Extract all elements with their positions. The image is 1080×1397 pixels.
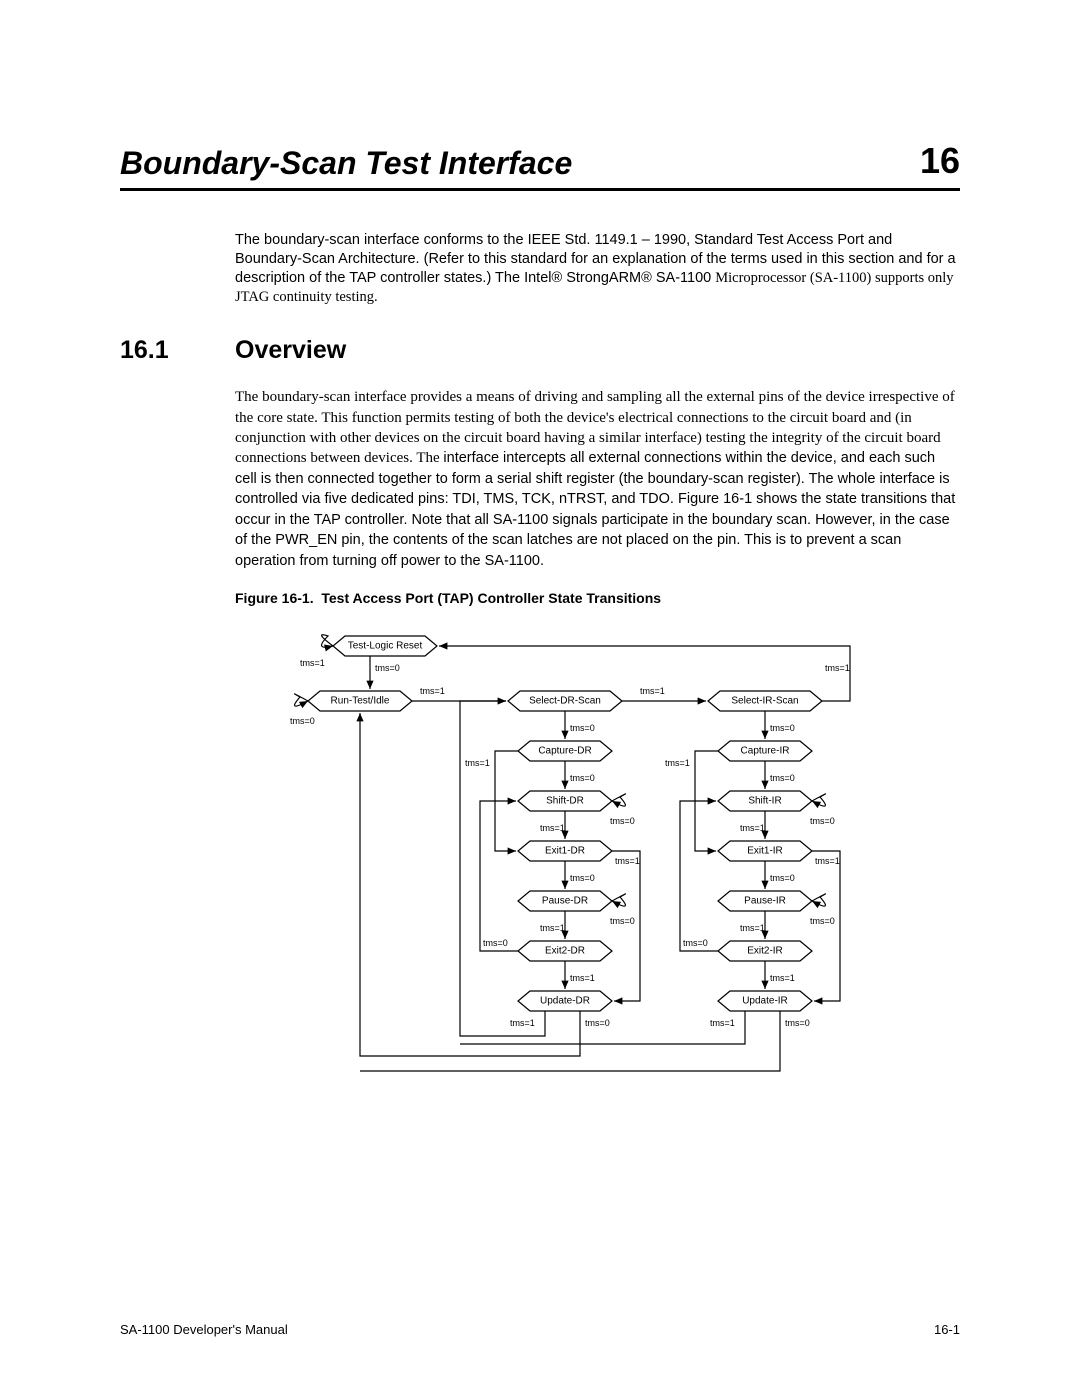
state-label: Run-Test/Idle bbox=[331, 695, 390, 706]
transition-label: tms=0 bbox=[570, 773, 595, 783]
intro-text: – 1990, Standard Test Access Port bbox=[642, 232, 864, 248]
footer-right: 16-1 bbox=[934, 1322, 960, 1337]
transition-label: tms=0 bbox=[375, 663, 400, 673]
chapter-number: 16 bbox=[920, 140, 960, 182]
state-label: Test-Logic Reset bbox=[348, 640, 423, 651]
chapter-header: Boundary-Scan Test Interface 16 bbox=[120, 140, 960, 191]
chapter-title: Boundary-Scan Test Interface bbox=[120, 145, 572, 182]
transition-label: tms=0 bbox=[770, 873, 795, 883]
state-label: Pause-IR bbox=[744, 895, 786, 906]
transition-arrow bbox=[480, 801, 518, 951]
transition-arrow bbox=[812, 793, 825, 805]
state-label: Pause-DR bbox=[542, 895, 588, 906]
overview-paragraph: The boundary-scan interface provides a m… bbox=[235, 387, 960, 571]
transition-label: tms=0 bbox=[770, 773, 795, 783]
transition-label: tms=1 bbox=[825, 663, 850, 673]
intro-text: (Refer to this standard for an explanati… bbox=[424, 251, 818, 267]
transition-label: tms=0 bbox=[570, 723, 595, 733]
state-label: Select-DR-Scan bbox=[529, 695, 601, 706]
section-number: 16.1 bbox=[120, 336, 235, 365]
figure-label: Figure 16-1. bbox=[235, 590, 314, 606]
transition-label: tms=1 bbox=[540, 823, 565, 833]
transition-label: tms=0 bbox=[770, 723, 795, 733]
state-label: Shift-DR bbox=[546, 795, 584, 806]
state-label: Exit2-IR bbox=[747, 945, 783, 956]
transition-arrow bbox=[680, 801, 718, 951]
transition-label: tms=0 bbox=[810, 916, 835, 926]
transition-arrow bbox=[612, 851, 640, 1001]
state-label: Exit1-IR bbox=[747, 845, 783, 856]
transition-arrow bbox=[612, 793, 625, 805]
transition-label: tms=1 bbox=[665, 758, 690, 768]
state-label: Select-IR-Scan bbox=[731, 695, 798, 706]
state-label: Shift-IR bbox=[748, 795, 781, 806]
transition-label: tms=1 bbox=[770, 973, 795, 983]
transition-arrow bbox=[812, 893, 825, 905]
transition-arrow bbox=[295, 693, 308, 705]
transition-label: tms=1 bbox=[570, 973, 595, 983]
state-label: Exit1-DR bbox=[545, 845, 585, 856]
state-label: Exit2-DR bbox=[545, 945, 585, 956]
transition-label: tms=1 bbox=[615, 856, 640, 866]
state-label: Capture-IR bbox=[741, 745, 790, 756]
transition-label: tms=1 bbox=[740, 923, 765, 933]
section-heading: 16.1 Overview bbox=[120, 336, 960, 365]
figure-title: Test Access Port (TAP) Controller State … bbox=[321, 590, 661, 606]
transition-label: tms=0 bbox=[785, 1018, 810, 1028]
transition-label: tms=0 bbox=[483, 938, 508, 948]
page-footer: SA-1100 Developer's Manual 16-1 bbox=[120, 1322, 960, 1337]
transition-label: tms=0 bbox=[570, 873, 595, 883]
transition-label: tms=1 bbox=[300, 658, 325, 668]
intro-text: The boundary-scan interface conforms to … bbox=[235, 232, 642, 248]
transition-label: tms=0 bbox=[610, 816, 635, 826]
footer-left: SA-1100 Developer's Manual bbox=[120, 1322, 288, 1337]
section-title: Overview bbox=[235, 336, 346, 365]
intro-paragraph: The boundary-scan interface conforms to … bbox=[235, 231, 960, 306]
transition-label: tms=1 bbox=[815, 856, 840, 866]
transition-arrow bbox=[812, 851, 840, 1001]
tap-state-diagram: Test-Logic Reset Run-Test/Idle Select-DR… bbox=[270, 626, 960, 1111]
transition-label: tms=1 bbox=[510, 1018, 535, 1028]
transition-label: tms=0 bbox=[683, 938, 708, 948]
transition-label: tms=0 bbox=[810, 816, 835, 826]
transition-label: tms=0 bbox=[610, 916, 635, 926]
figure-caption: Figure 16-1. Test Access Port (TAP) Cont… bbox=[235, 590, 960, 606]
page: Boundary-Scan Test Interface 16 The boun… bbox=[0, 0, 1080, 1397]
transition-label: tms=1 bbox=[710, 1018, 735, 1028]
transition-arrow bbox=[612, 893, 625, 905]
state-label: Update-DR bbox=[540, 995, 590, 1006]
state-label: Update-IR bbox=[742, 995, 788, 1006]
transition-label: tms=1 bbox=[420, 686, 445, 696]
transition-label: tms=0 bbox=[290, 716, 315, 726]
transition-label: tms=1 bbox=[540, 923, 565, 933]
state-label: Capture-DR bbox=[538, 745, 591, 756]
transition-arrow bbox=[322, 634, 333, 647]
transition-label: tms=1 bbox=[740, 823, 765, 833]
state-diagram-svg: Test-Logic Reset Run-Test/Idle Select-DR… bbox=[270, 626, 890, 1106]
figure-ref: Figure 16-1 bbox=[678, 491, 752, 507]
transition-label: tms=0 bbox=[585, 1018, 610, 1028]
transition-label: tms=1 bbox=[640, 686, 665, 696]
transition-label: tms=1 bbox=[465, 758, 490, 768]
